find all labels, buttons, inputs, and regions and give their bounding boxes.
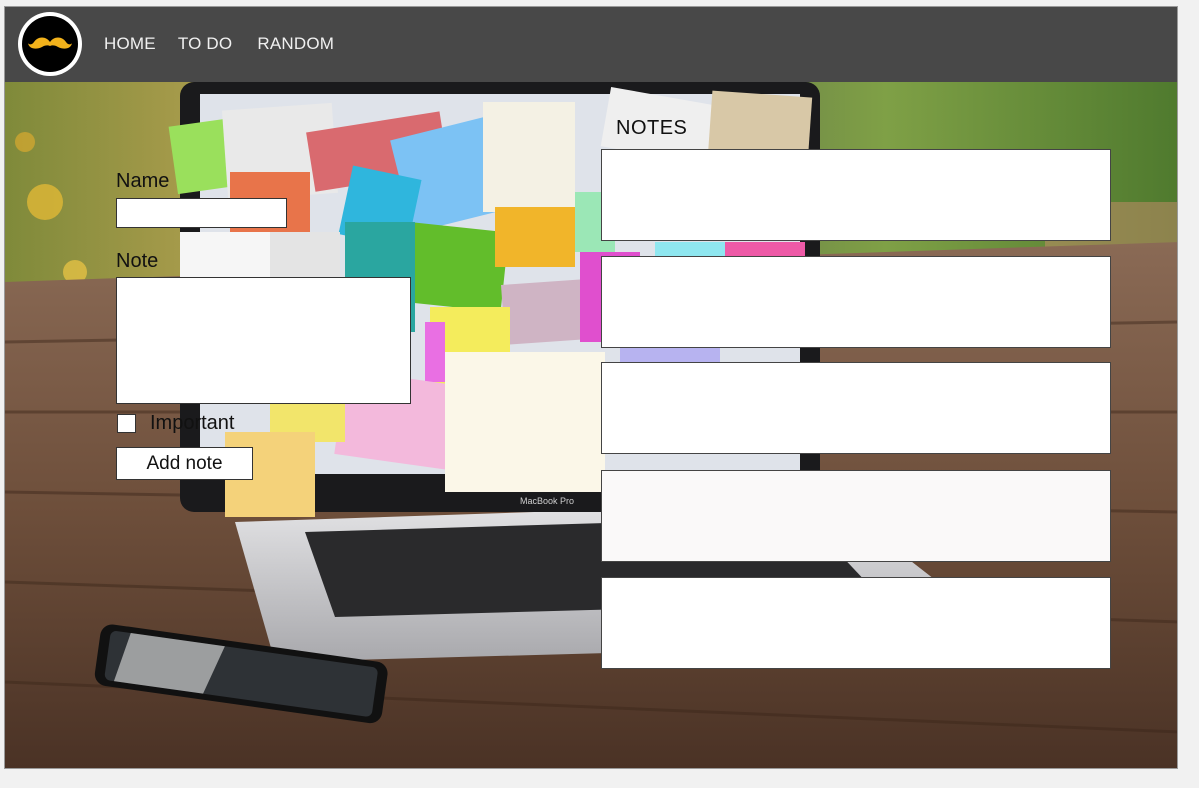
note-card	[601, 577, 1111, 669]
important-checkbox[interactable]	[117, 414, 136, 433]
top-navbar: HOME TO DO RANDOM	[5, 7, 1177, 82]
note-card	[601, 256, 1111, 348]
mustache-icon	[22, 16, 78, 72]
note-label: Note	[116, 250, 159, 272]
svg-text:MacBook Pro: MacBook Pro	[520, 496, 574, 506]
note-card	[601, 362, 1111, 454]
nav-link-home[interactable]: HOME	[104, 34, 156, 54]
notes-title: NOTES	[616, 117, 688, 139]
logo[interactable]	[18, 12, 82, 76]
note-textarea[interactable]	[116, 277, 411, 404]
name-input[interactable]	[116, 198, 287, 228]
note-card	[601, 149, 1111, 241]
nav-link-todo[interactable]: TO DO	[178, 34, 233, 54]
app-frame: MacBook Pro HOME TO DO RANDOM Name Note …	[4, 6, 1178, 769]
add-note-button[interactable]: Add note	[116, 447, 253, 480]
name-label: Name	[116, 170, 170, 192]
nav-link-random[interactable]: RANDOM	[257, 34, 334, 54]
important-label: Important	[150, 412, 235, 434]
note-card	[601, 470, 1111, 562]
nav-links: HOME TO DO RANDOM	[104, 34, 356, 54]
